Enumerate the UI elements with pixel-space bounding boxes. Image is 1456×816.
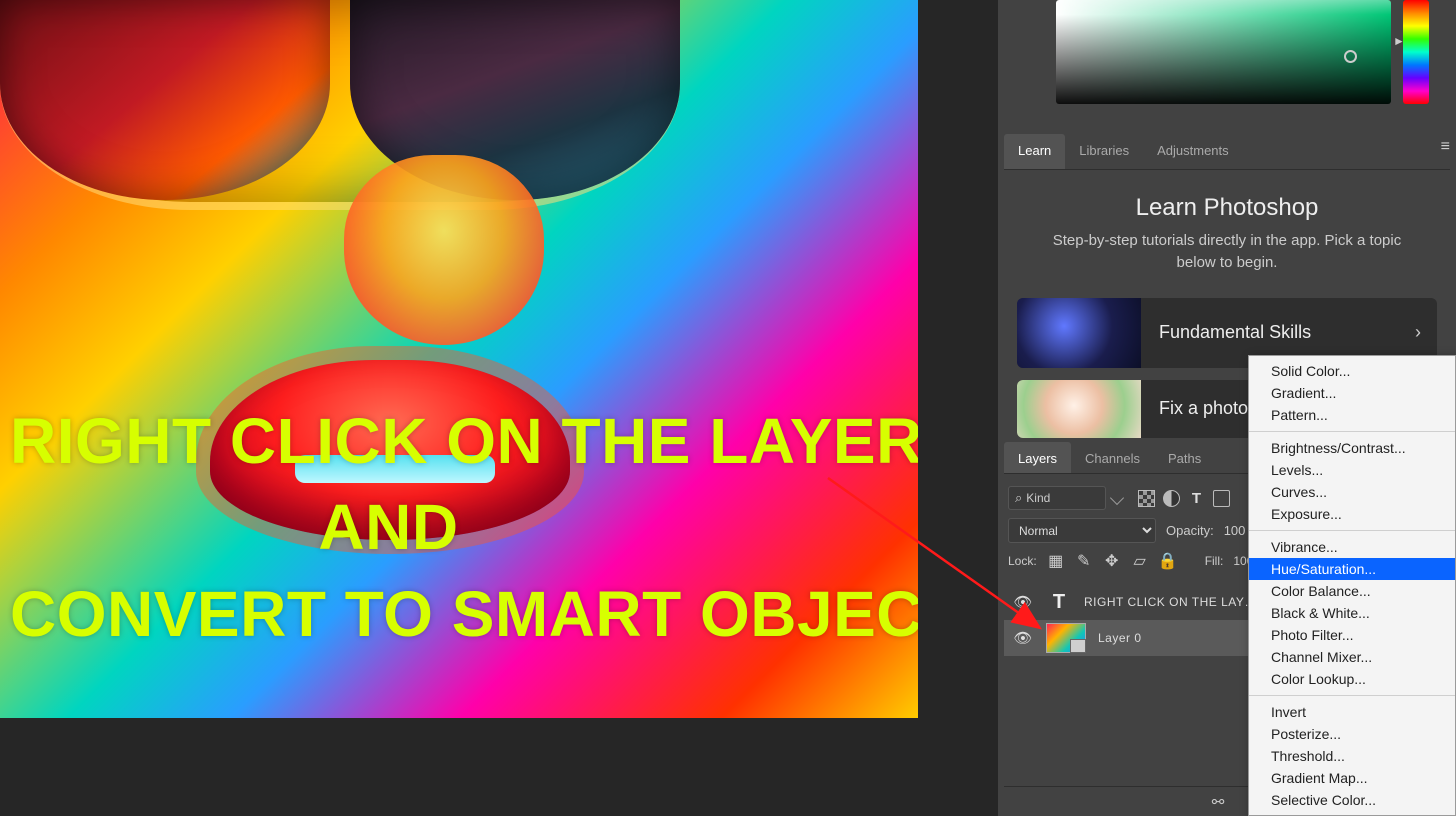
menu-item[interactable]: Vibrance... [1249, 536, 1455, 558]
hue-strip[interactable] [1403, 0, 1429, 104]
smart-object-thumb[interactable] [1046, 623, 1086, 653]
blend-row: Normal Opacity: 100 [1008, 518, 1245, 543]
menu-item[interactable]: Posterize... [1249, 723, 1455, 745]
kind-label: Kind [1026, 491, 1050, 505]
adjustment-context-menu: Solid Color...Gradient...Pattern... Brigh… [1248, 355, 1456, 816]
menu-item[interactable]: Black & White... [1249, 602, 1455, 624]
canvas-area: RIGHT CLICK ON THE LAYER AND CONVERT TO … [0, 0, 998, 816]
blend-mode-select[interactable]: Normal [1008, 518, 1156, 543]
menu-item[interactable]: Pattern... [1249, 404, 1455, 426]
menu-item[interactable]: Color Balance... [1249, 580, 1455, 602]
tab-layers[interactable]: Layers [1004, 442, 1071, 473]
lock-position-icon[interactable]: ✥ [1103, 552, 1121, 570]
lock-artboard-icon[interactable]: ▱ [1131, 552, 1149, 570]
filter-pixel-icon[interactable] [1138, 490, 1155, 507]
tab-channels[interactable]: Channels [1071, 442, 1154, 473]
opacity-value[interactable]: 100 [1224, 523, 1246, 538]
menu-item[interactable]: Gradient... [1249, 382, 1455, 404]
chevron-right-icon: › [1415, 322, 1437, 343]
learn-title: Learn Photoshop [1004, 194, 1450, 222]
card-thumb [1017, 298, 1141, 368]
menu-item[interactable]: Exposure... [1249, 503, 1455, 525]
menu-item[interactable]: Solid Color... [1249, 360, 1455, 382]
chevron-down-icon[interactable] [1110, 491, 1124, 505]
tab-learn[interactable]: Learn [1004, 134, 1065, 169]
menu-item[interactable]: Gradient Map... [1249, 767, 1455, 789]
card-label: Fundamental Skills [1141, 322, 1415, 343]
learn-subtitle: Step-by-step tutorials directly in the a… [1040, 230, 1414, 274]
visibility-toggle[interactable]: 👁 [1012, 593, 1034, 611]
picker-sample-ring[interactable] [1344, 50, 1357, 63]
lock-label: Lock: [1008, 554, 1037, 568]
fill-label: Fill: [1205, 554, 1224, 568]
lock-all-icon[interactable]: 🔒 [1159, 552, 1177, 570]
menu-item[interactable]: Hue/Saturation... [1249, 558, 1455, 580]
overlay-line-1: RIGHT CLICK ON THE LAYER [10, 405, 918, 477]
upper-tabs: Learn Libraries Adjustments [1004, 134, 1450, 170]
tab-adjustments[interactable]: Adjustments [1143, 134, 1243, 169]
lock-transparent-icon[interactable]: ▦ [1047, 552, 1065, 570]
filter-adjust-icon[interactable] [1163, 490, 1180, 507]
menu-separator [1249, 530, 1455, 531]
color-picker-field[interactable] [1056, 0, 1391, 104]
tab-libraries[interactable]: Libraries [1065, 134, 1143, 169]
lock-image-icon[interactable]: ✎ [1075, 552, 1093, 570]
menu-item[interactable]: Photo Filter... [1249, 624, 1455, 646]
overlay-line-3: CONVERT TO SMART OBJECT [10, 578, 918, 650]
link-icon[interactable]: ⚯ [1208, 792, 1228, 812]
visibility-toggle[interactable]: 👁 [1012, 629, 1034, 647]
menu-item[interactable]: Color Lookup... [1249, 668, 1455, 690]
menu-item[interactable]: Selective Color... [1249, 789, 1455, 811]
layer-filter-row: Kind T [1008, 484, 1246, 512]
lock-row: Lock: ▦ ✎ ✥ ▱ 🔒 Fill: 100 [1008, 552, 1253, 570]
menu-separator [1249, 695, 1455, 696]
overlay-text: RIGHT CLICK ON THE LAYER AND CONVERT TO … [10, 398, 918, 657]
panel-menu-icon[interactable]: ≡ [1441, 138, 1450, 156]
layer-filter-kind[interactable]: Kind [1008, 486, 1106, 510]
menu-item[interactable]: Curves... [1249, 481, 1455, 503]
tab-paths[interactable]: Paths [1154, 442, 1215, 473]
artwork-nose [344, 155, 544, 345]
menu-separator [1249, 431, 1455, 432]
menu-item[interactable]: Channel Mixer... [1249, 646, 1455, 668]
filter-type-icon[interactable]: T [1188, 490, 1205, 507]
menu-item[interactable]: Threshold... [1249, 745, 1455, 767]
menu-item[interactable]: Brightness/Contrast... [1249, 437, 1455, 459]
card-thumb [1017, 380, 1141, 438]
document-canvas[interactable]: RIGHT CLICK ON THE LAYER AND CONVERT TO … [0, 0, 918, 718]
menu-item[interactable]: Levels... [1249, 459, 1455, 481]
type-layer-icon: T [1046, 591, 1072, 614]
menu-item[interactable]: Invert [1249, 701, 1455, 723]
opacity-label: Opacity: [1166, 523, 1214, 538]
artwork-glasses [0, 0, 680, 210]
overlay-line-2: AND [318, 491, 458, 563]
filter-shape-icon[interactable] [1213, 490, 1230, 507]
